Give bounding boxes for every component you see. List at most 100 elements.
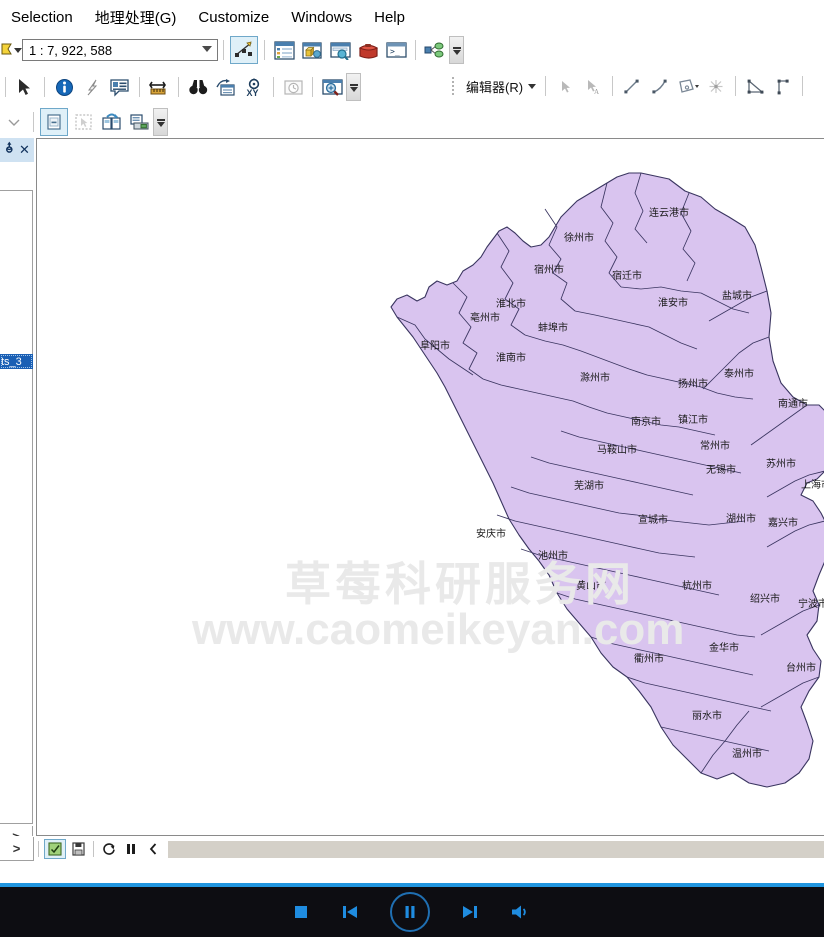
city-label: 常州市 bbox=[700, 439, 730, 452]
city-label: 镇江市 bbox=[678, 413, 708, 426]
print-layout-icon[interactable] bbox=[126, 109, 152, 135]
city-label: 安庆市 bbox=[476, 527, 506, 540]
catalog-icon[interactable] bbox=[299, 37, 325, 63]
toolbar-grip[interactable] bbox=[452, 77, 458, 95]
menu-geoprocessing[interactable]: 地理处理(G) bbox=[84, 4, 188, 31]
city-label: 宣城市 bbox=[638, 513, 668, 526]
editor-menu-button[interactable]: 编辑器(R) bbox=[462, 75, 540, 98]
city-label: 衢州市 bbox=[634, 652, 664, 665]
city-label: 淮安市 bbox=[658, 296, 688, 309]
city-label: 淮南市 bbox=[496, 351, 526, 364]
endpoint-arc-icon[interactable] bbox=[647, 73, 673, 99]
copy-layout-icon[interactable] bbox=[98, 109, 124, 135]
map-polygons bbox=[390, 172, 824, 788]
toolbar-separator bbox=[44, 77, 45, 97]
volume-button[interactable] bbox=[510, 903, 532, 921]
drawing-enabled-icon[interactable] bbox=[44, 839, 66, 859]
toolbar-separator bbox=[139, 77, 140, 97]
toolbar-overflow-icon[interactable] bbox=[153, 108, 168, 136]
page-gap bbox=[0, 862, 824, 883]
edit-tool-arrow-icon[interactable] bbox=[552, 73, 578, 99]
toc-expand-button-bottom[interactable]: > bbox=[0, 837, 34, 861]
zoom-pan-dropdown-icon[interactable] bbox=[0, 38, 22, 62]
time-slider-icon[interactable] bbox=[280, 74, 306, 100]
city-label: 温州市 bbox=[732, 747, 762, 760]
toc-selected-layer[interactable]: ts_3 bbox=[0, 354, 33, 369]
city-label: 宁波市 bbox=[798, 597, 824, 610]
find-binoculars-icon[interactable] bbox=[185, 74, 211, 100]
hyperlink-icon[interactable] bbox=[79, 74, 105, 100]
menu-windows[interactable]: Windows bbox=[280, 6, 363, 29]
status-progress-track bbox=[168, 840, 824, 858]
toolbar-separator bbox=[264, 40, 265, 60]
trace-icon[interactable] bbox=[675, 73, 701, 99]
menu-customize[interactable]: Customize bbox=[187, 6, 280, 29]
search-window-icon[interactable] bbox=[327, 37, 353, 63]
city-label: 无锡市 bbox=[706, 463, 736, 476]
map-scale-value: 1 : 7, 922, 588 bbox=[29, 42, 113, 58]
map-view[interactable]: 连云港市 徐州市 宿州市 宿迁市 淮北市 淮安市 盐城市 亳州市 蚌埠市 阜阳市 淮南市 滁州市 扬州市… bbox=[36, 138, 824, 836]
measure-icon[interactable] bbox=[146, 74, 172, 100]
html-popup-icon[interactable] bbox=[107, 74, 133, 100]
close-icon[interactable]: ✕ bbox=[17, 141, 32, 159]
map-status-bar: > bbox=[0, 836, 824, 862]
model-builder-icon[interactable] bbox=[422, 37, 448, 63]
toc-layer-list[interactable]: ts_3 bbox=[0, 190, 33, 824]
auto-hide-pin-icon[interactable]: ⯗ bbox=[2, 140, 17, 159]
previous-button[interactable] bbox=[340, 903, 360, 921]
find-route-icon[interactable] bbox=[213, 74, 239, 100]
construction-tools-icon[interactable] bbox=[742, 73, 768, 99]
new-page-icon[interactable] bbox=[40, 108, 68, 136]
city-label: 杭州市 bbox=[682, 579, 712, 592]
editor-edit-tool-icon[interactable] bbox=[230, 36, 258, 64]
toc-toolbar bbox=[0, 162, 34, 178]
straight-segment-icon[interactable] bbox=[619, 73, 645, 99]
toolbar-overflow-icon[interactable] bbox=[449, 36, 464, 64]
python-window-icon[interactable]: >_ bbox=[383, 37, 409, 63]
city-label: 滁州市 bbox=[580, 371, 610, 384]
menu-help[interactable]: Help bbox=[363, 6, 416, 29]
collapse-icon[interactable] bbox=[143, 840, 163, 858]
arctoolbox-icon[interactable] bbox=[355, 37, 381, 63]
city-label: 盐城市 bbox=[722, 289, 752, 302]
save-edits-icon[interactable] bbox=[68, 840, 88, 858]
table-of-contents-icon[interactable] bbox=[271, 37, 297, 63]
chevron-down-icon[interactable] bbox=[202, 46, 212, 52]
city-label: 上海市 bbox=[801, 478, 824, 491]
create-viewer-window-icon[interactable] bbox=[319, 74, 345, 100]
svg-text:>_: >_ bbox=[390, 47, 400, 56]
menu-selection[interactable]: Selection bbox=[0, 6, 84, 29]
pause-drawing-icon[interactable] bbox=[121, 840, 141, 858]
select-elements-icon[interactable] bbox=[70, 109, 96, 135]
edit-vertices-icon[interactable] bbox=[770, 73, 796, 99]
arcmap-window: Selection 地理处理(G) Customize Windows Help… bbox=[0, 0, 824, 937]
identify-icon[interactable] bbox=[51, 74, 77, 100]
toolbar-separator bbox=[312, 77, 313, 97]
refresh-icon[interactable] bbox=[99, 840, 119, 858]
city-label: 丽水市 bbox=[692, 709, 722, 722]
sketch-properties-icon[interactable] bbox=[703, 73, 729, 99]
edit-annotation-icon[interactable]: A bbox=[580, 73, 606, 99]
city-label: 亳州市 bbox=[470, 311, 500, 324]
city-label: 宿迁市 bbox=[612, 269, 642, 282]
select-features-arrow-icon[interactable] bbox=[12, 74, 38, 100]
toolbar-overflow-icon[interactable] bbox=[346, 73, 361, 101]
toolbar-separator bbox=[5, 77, 6, 97]
city-label: 扬州市 bbox=[678, 377, 708, 390]
city-label: 南京市 bbox=[631, 415, 661, 428]
menu-bar: Selection 地理处理(G) Customize Windows Help bbox=[0, 0, 824, 34]
toolbar-separator bbox=[415, 40, 416, 60]
city-label: 芜湖市 bbox=[574, 479, 604, 492]
stop-button[interactable] bbox=[292, 903, 310, 921]
chevron-down-icon[interactable] bbox=[1, 109, 27, 135]
toolbar-separator bbox=[612, 76, 614, 96]
city-label: 宿州市 bbox=[534, 263, 564, 276]
go-to-xy-icon[interactable]: XY bbox=[241, 74, 267, 100]
next-button[interactable] bbox=[460, 903, 480, 921]
map-canvas[interactable]: 连云港市徐州市宿州市 宿迁市淮北市 淮安市 盐城市亳州市蚌埠市阜阳市淮南市滁州市 扬州市… bbox=[37, 139, 824, 836]
toolbar-separator bbox=[223, 40, 224, 60]
city-label: 徐州市 bbox=[564, 231, 594, 244]
map-scale-combobox[interactable]: 1 : 7, 922, 588 bbox=[22, 39, 218, 61]
chevron-down-icon[interactable] bbox=[528, 83, 537, 89]
pause-button[interactable] bbox=[390, 892, 430, 932]
